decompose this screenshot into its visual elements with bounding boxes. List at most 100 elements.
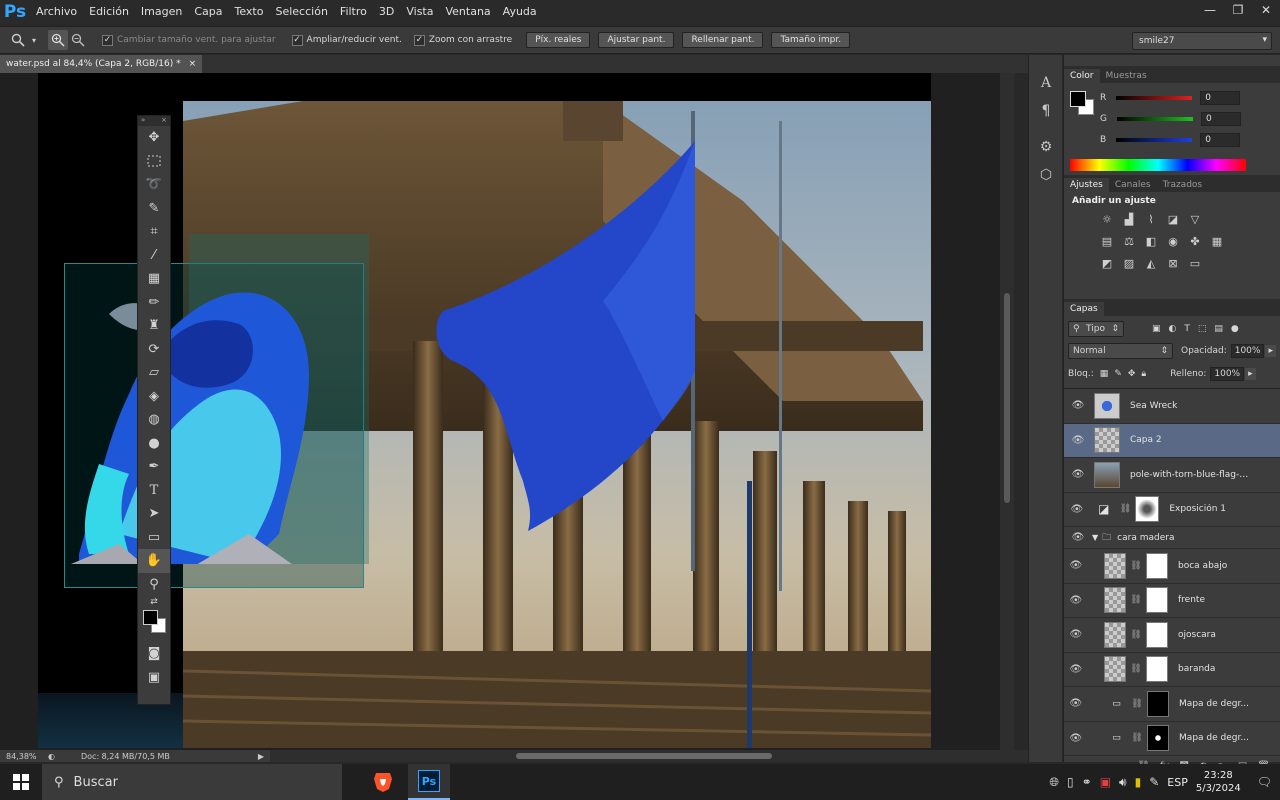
document-canvas[interactable] (38, 73, 931, 748)
close-icon[interactable]: × (161, 116, 167, 126)
exposure-icon[interactable]: ◪ (1166, 212, 1180, 226)
clone-stamp-tool-icon[interactable]: ♜ (138, 314, 170, 338)
menu-filtro[interactable]: Filtro (334, 0, 373, 24)
status-arrow-icon[interactable]: ▶ (258, 752, 264, 761)
properties-panel-icon[interactable]: ⚙ (1029, 133, 1063, 161)
windows-start-icon[interactable] (0, 764, 42, 800)
close-button[interactable]: ✕ (1252, 0, 1280, 20)
menu-capa[interactable]: Capa (188, 0, 228, 24)
pen-icon[interactable]: ✎ (1149, 775, 1159, 789)
visibility-eye-icon[interactable]: 👁︎ (1064, 595, 1088, 606)
layer-row[interactable]: 👁︎ ▭ ⛓︎ Mapa de degr... (1064, 722, 1280, 756)
notifications-icon[interactable]: 🗨︎ (1257, 775, 1272, 789)
layer-row[interactable]: 👁︎ ⛓︎ baranda (1064, 653, 1280, 687)
gradient-map-icon[interactable]: ▭ (1188, 256, 1202, 270)
tab-color[interactable]: Color (1064, 69, 1100, 83)
network-icon[interactable]: ⚭ (1082, 775, 1092, 789)
globe-icon[interactable]: 🌐︎ (1049, 775, 1059, 790)
actual-pixels-button[interactable]: Píx. reales (526, 32, 591, 48)
fill-screen-button[interactable]: Rellenar pant. (682, 32, 764, 48)
quick-mask-icon[interactable]: ◙ (138, 642, 170, 666)
zoom-all-windows-checkbox[interactable]: ✓ Ampliar/reducir vent. (291, 34, 402, 46)
vibrance-icon[interactable]: ▽ (1188, 212, 1202, 226)
link-icon[interactable]: ⛓︎ (1131, 699, 1142, 709)
hand-tool-icon[interactable]: ✋ (138, 549, 170, 573)
horizontal-scrollbar[interactable] (270, 750, 1028, 762)
visibility-eye-icon[interactable]: 👁︎ (1064, 629, 1088, 640)
menu-ventana[interactable]: Ventana (439, 0, 496, 24)
restore-button[interactable]: ❐ (1224, 0, 1252, 20)
red-slider[interactable] (1116, 95, 1193, 100)
tab-paths[interactable]: Trazados (1157, 178, 1209, 192)
blue-value-input[interactable]: 0 (1200, 132, 1241, 147)
fill-dropdown-icon[interactable]: ▸ (1245, 368, 1256, 380)
clock[interactable]: 23:28 5/3/2024 (1196, 769, 1241, 795)
path-selection-tool-icon[interactable]: ➤ (138, 502, 170, 526)
visibility-eye-icon[interactable]: 👁︎ (1064, 698, 1088, 709)
lock-pixels-icon[interactable]: ✎ (1114, 369, 1122, 379)
filter-type-icon[interactable]: T (1184, 324, 1190, 334)
status-info-icon[interactable]: ◐ (48, 752, 55, 761)
crop-tool-icon[interactable]: ⌗ (138, 220, 170, 244)
swap-colors-icon[interactable]: ⇄ (138, 596, 170, 608)
color-spectrum[interactable] (1070, 159, 1246, 171)
type-tool-icon[interactable]: T (138, 479, 170, 503)
horizontal-scroll-thumb[interactable] (516, 753, 772, 759)
move-tool-icon[interactable]: ✥ (138, 126, 170, 150)
link-icon[interactable]: ⛓︎ (1130, 595, 1141, 605)
levels-icon[interactable]: ▟ (1122, 212, 1136, 226)
selective-color-icon[interactable]: ⊠ (1166, 256, 1180, 270)
tools-panel-header[interactable]: » × (138, 116, 170, 126)
fg-bg-colors[interactable] (1070, 91, 1100, 121)
character-panel-icon[interactable]: A (1029, 69, 1063, 97)
brightness-contrast-icon[interactable]: ☼ (1100, 212, 1114, 226)
fit-screen-button[interactable]: Ajustar pant. (598, 32, 675, 48)
link-icon[interactable]: ⛓︎ (1120, 504, 1131, 514)
green-value-input[interactable]: 0 (1200, 111, 1241, 126)
usb-icon[interactable]: ▯ (1067, 775, 1074, 789)
quick-selection-tool-icon[interactable]: ✎ (138, 197, 170, 221)
filter-toggle-icon[interactable]: ● (1231, 324, 1239, 334)
layer-row[interactable]: 👁︎ ⛓︎ boca abajo (1064, 549, 1280, 584)
hue-saturation-icon[interactable]: ▤ (1100, 234, 1114, 248)
blur-tool-icon[interactable]: ◍ (138, 408, 170, 432)
workspace-select[interactable]: smile27 ▾ (1132, 32, 1272, 50)
filter-smart-icon[interactable]: ▤ (1214, 324, 1223, 334)
visibility-eye-icon[interactable]: 👁︎ (1064, 733, 1088, 744)
black-white-icon[interactable]: ◧ (1144, 234, 1158, 248)
menu-vista[interactable]: Vista (400, 0, 439, 24)
dodge-tool-icon[interactable]: ● (138, 432, 170, 456)
vertical-scroll-thumb[interactable] (1004, 293, 1010, 503)
link-icon[interactable]: ⛓︎ (1130, 561, 1141, 571)
visibility-eye-icon[interactable]: 👁︎ (1064, 400, 1092, 411)
menu-texto[interactable]: Texto (229, 0, 270, 24)
visibility-eye-icon[interactable]: 👁︎ (1064, 435, 1092, 446)
curves-icon[interactable]: ⌇ (1144, 212, 1158, 226)
pen-tool-icon[interactable]: ✒ (138, 455, 170, 479)
photoshop-taskbar-icon[interactable]: Ps (408, 764, 450, 800)
expand-group-icon[interactable]: ▼ (1092, 533, 1098, 542)
vertical-scrollbar[interactable] (1000, 73, 1014, 750)
menu-ayuda[interactable]: Ayuda (497, 0, 543, 24)
invert-icon[interactable]: ◩ (1100, 256, 1114, 270)
layer-row[interactable]: 👁︎ Capa 2 (1064, 423, 1280, 458)
close-tab-icon[interactable]: × (189, 59, 197, 69)
opacity-dropdown-icon[interactable]: ▸ (1265, 345, 1276, 357)
fill-input[interactable]: 100% (1210, 367, 1245, 381)
paragraph-panel-icon[interactable]: ¶ (1029, 97, 1063, 125)
document-tab[interactable]: water.psd al 84,4% (Capa 2, RGB/16) * × (0, 55, 203, 73)
rectangle-tool-icon[interactable]: ▭ (138, 526, 170, 550)
menu-imagen[interactable]: Imagen (135, 0, 188, 24)
visibility-eye-icon[interactable]: 👁︎ (1064, 560, 1088, 571)
layer-row[interactable]: 👁︎ Sea Wreck (1064, 389, 1280, 424)
zoom-tool-icon[interactable]: ⚲ (138, 573, 170, 597)
paint-bucket-tool-icon[interactable]: ◈ (138, 385, 170, 409)
layer-filter-select[interactable]: ⚲ Tipo ⇕ (1068, 321, 1124, 337)
resize-windows-checkbox[interactable]: ✓ Cambiar tamaño vent. para ajustar (102, 34, 276, 46)
color-swatches[interactable] (138, 608, 170, 642)
language-indicator[interactable]: ESP (1167, 776, 1188, 789)
filter-pixel-icon[interactable]: ▣ (1152, 324, 1161, 334)
app-tray-icon[interactable]: ▣ (1100, 775, 1111, 789)
filter-shape-icon[interactable]: ⬚ (1198, 324, 1207, 334)
menu-archivo[interactable]: Archivo (30, 0, 83, 24)
